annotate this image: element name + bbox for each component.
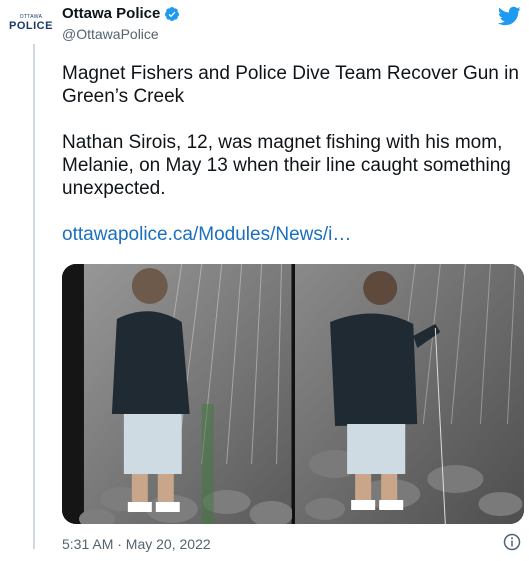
article-link[interactable]: ottawapolice.ca/Modules/News/i… [62,224,351,245]
info-icon[interactable] [503,533,521,551]
tweet-headline: Magnet Fishers and Police Dive Team Reco… [62,63,519,107]
twitter-bird-icon[interactable] [497,4,521,28]
tweet-text: Magnet Fishers and Police Dive Team Reco… [62,62,524,269]
media-gallery [62,264,524,524]
name-row: Ottawa Police [62,5,180,22]
handle[interactable]: @OttawaPolice [62,26,159,42]
display-name[interactable]: Ottawa Police [62,5,160,22]
photo-left[interactable] [62,264,292,524]
verified-badge-icon [165,6,180,21]
thread-line [33,44,35,549]
avatar[interactable]: OTTAWA POLICE [8,8,54,38]
tweet-timestamp[interactable]: 5:31 AM · May 20, 2022 [62,536,211,552]
tweet-body: Nathan Sirois, 12, was magnet fishing wi… [62,132,511,199]
avatar-police-text: POLICE [9,20,53,32]
photo-right[interactable] [294,264,524,524]
